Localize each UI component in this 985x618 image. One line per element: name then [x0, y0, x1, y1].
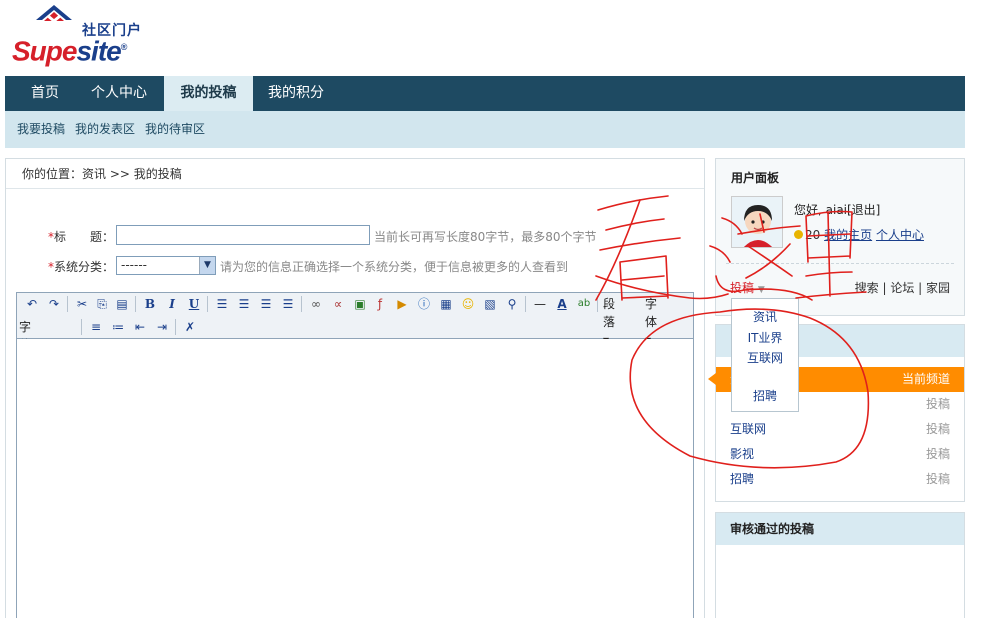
channel-action: 当前频道: [901, 372, 950, 386]
user-links: 20 我的主页 个人中心: [794, 226, 924, 243]
post-channel-dropdown: 资讯 IT业界 互联网 招聘: [731, 298, 799, 412]
dropdown-item-it[interactable]: IT业界: [732, 329, 798, 346]
nav-personal-center[interactable]: 个人中心: [81, 76, 157, 111]
editor-toolbar: ↶ ↷ ✂ ⎘ ▤ B I U ☰ ☰ ☰ ☰ ∞ ∝ ▣ ƒ ▶ ⓘ ▦ ☺ …: [17, 293, 693, 406]
approved-posts-title: 审核通过的投稿: [716, 513, 964, 545]
unordered-list-icon[interactable]: ≔: [109, 318, 127, 336]
coin-icon: [794, 230, 803, 239]
media-icon[interactable]: ▶: [393, 295, 411, 313]
font-size-dropdown[interactable]: 字体大小▾: [19, 318, 31, 406]
channel-name[interactable]: 招聘: [730, 467, 754, 492]
personal-center-link[interactable]: 个人中心: [876, 228, 924, 242]
house-logo-icon: [36, 5, 72, 28]
divider: [726, 263, 954, 264]
align-left-icon[interactable]: ☰: [213, 295, 231, 313]
align-justify-icon[interactable]: ☰: [279, 295, 297, 313]
toolbar-divider: [81, 319, 82, 335]
user-panel-title: 用户面板: [731, 171, 780, 185]
current-channel-arrow-icon: [708, 373, 716, 385]
sub-nav: 我要投稿 我的发表区 我的待审区: [5, 111, 965, 148]
toolbar-divider: [597, 296, 598, 312]
dropdown-item-news[interactable]: 资讯: [732, 308, 798, 325]
italic-button[interactable]: I: [163, 295, 181, 313]
channel-row: 互联网 投稿: [716, 417, 964, 442]
title-label: *标 题：: [48, 230, 115, 244]
subnav-published[interactable]: 我的发表区: [75, 111, 135, 148]
category-select-value: ------: [121, 258, 147, 272]
coin-count: 20: [805, 228, 821, 242]
align-right-icon[interactable]: ☰: [257, 295, 275, 313]
subnav-pending[interactable]: 我的待审区: [145, 111, 205, 148]
rich-text-editor: ↶ ↷ ✂ ⎘ ▤ B I U ☰ ☰ ☰ ☰ ∞ ∝ ▣ ƒ ▶ ⓘ ▦ ☺ …: [16, 292, 694, 618]
font-color-icon[interactable]: A: [553, 295, 571, 313]
table-icon[interactable]: ▦: [437, 295, 455, 313]
category-label: *系统分类：: [48, 260, 115, 274]
approved-posts-panel: 审核通过的投稿: [715, 512, 965, 618]
clear-format-icon[interactable]: ✗: [181, 318, 199, 336]
toolbar-divider: [67, 296, 68, 312]
emoticon-icon[interactable]: ☺: [459, 295, 477, 313]
quick-links[interactable]: 搜索 | 论坛 | 家园: [855, 279, 950, 296]
nav-my-points[interactable]: 我的积分: [260, 76, 332, 111]
undo-icon[interactable]: ↶: [23, 295, 41, 313]
channel-post-link[interactable]: 投稿: [926, 392, 950, 417]
channel-post-link[interactable]: 投稿: [926, 417, 950, 442]
channel-row: 影视 投稿: [716, 442, 964, 467]
bold-button[interactable]: B: [141, 295, 159, 313]
nav-my-posts[interactable]: 我的投稿: [164, 76, 253, 111]
editor-content-area[interactable]: [17, 339, 693, 618]
toolbar-divider: [301, 296, 302, 312]
search-icon[interactable]: ⚲: [503, 295, 521, 313]
outdent-icon[interactable]: ⇤: [131, 318, 149, 336]
channel-name[interactable]: 影视: [730, 442, 754, 467]
paste-icon[interactable]: ▤: [113, 295, 131, 313]
chevron-down-icon: ▼: [199, 257, 215, 274]
horizontal-rule-icon[interactable]: —: [531, 295, 549, 313]
info-icon[interactable]: ⓘ: [415, 295, 433, 313]
my-home-link[interactable]: 我的主页: [824, 228, 872, 242]
unlink-icon[interactable]: ∝: [329, 295, 347, 313]
toolbar-divider: [207, 296, 208, 312]
greeting-text[interactable]: 您好, aiai[退出]: [794, 201, 880, 218]
breadcrumb: 你的位置：资讯 >> 我的投稿: [6, 159, 704, 189]
cut-icon[interactable]: ✂: [73, 295, 91, 313]
avatar[interactable]: [731, 196, 783, 248]
ordered-list-icon[interactable]: ≡: [87, 318, 105, 336]
font-dropdown[interactable]: 字体 ▾: [645, 295, 657, 347]
channel-post-link[interactable]: 投稿: [926, 467, 950, 492]
redo-icon[interactable]: ↷: [45, 295, 63, 313]
post-form-panel: 你的位置：资讯 >> 我的投稿 *标 题： 当前长可再写长度80字节，最多80个…: [5, 158, 705, 618]
logo-en-text: Supesite®: [12, 35, 127, 67]
user-panel: 用户面板 您好, aiai[退出] 20 我的主页 个人中心 投稿 ▼ 搜索 |…: [715, 158, 965, 316]
highlight-icon[interactable]: ab: [575, 295, 593, 313]
indent-icon[interactable]: ⇥: [153, 318, 171, 336]
channel-name[interactable]: 互联网: [730, 417, 766, 442]
align-center-icon[interactable]: ☰: [235, 295, 253, 313]
toolbar-divider: [175, 319, 176, 335]
nav-home[interactable]: 首页: [19, 76, 71, 111]
copy-icon[interactable]: ⎘: [93, 295, 111, 313]
category-hint: 请为您的信息正确选择一个系统分类，便于信息被更多的人查看到: [220, 260, 569, 274]
dropdown-item-jobs[interactable]: 招聘: [732, 387, 798, 404]
underline-button[interactable]: U: [185, 295, 203, 313]
title-input[interactable]: [116, 225, 370, 245]
template-icon[interactable]: ▧: [481, 295, 499, 313]
flash-icon[interactable]: ƒ: [371, 295, 389, 313]
subnav-submit-post[interactable]: 我要投稿: [17, 111, 65, 148]
category-select[interactable]: ------ ▼: [116, 256, 216, 275]
link-icon[interactable]: ∞: [307, 295, 325, 313]
dropdown-item-internet[interactable]: 互联网: [732, 349, 798, 366]
channel-post-link[interactable]: 投稿: [926, 442, 950, 467]
post-menu-trigger[interactable]: 投稿 ▼: [730, 279, 765, 296]
paragraph-dropdown[interactable]: 段落 ▾: [603, 295, 615, 347]
title-hint: 当前长可再写长度80字节，最多80个字节: [374, 230, 597, 244]
channel-row: 招聘 投稿: [716, 467, 964, 492]
supesite-logo[interactable]: 社区门户 Supesite®: [12, 4, 142, 67]
avatar-image: [732, 197, 782, 247]
toolbar-divider: [135, 296, 136, 312]
chevron-down-icon: ▼: [757, 285, 765, 295]
main-nav: 首页 个人中心 我的投稿 我的积分: [5, 76, 965, 111]
toolbar-divider: [525, 296, 526, 312]
image-icon[interactable]: ▣: [351, 295, 369, 313]
